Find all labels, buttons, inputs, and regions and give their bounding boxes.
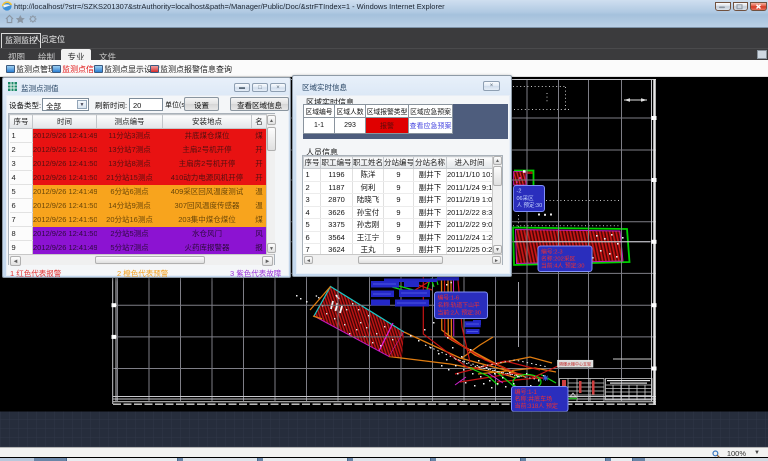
svg-text:-2: -2 (517, 189, 522, 195)
svg-text:隔爆水棚中心支架: 隔爆水棚中心支架 (559, 361, 591, 367)
svg-text:编号:2-3: 编号:2-3 (541, 247, 563, 255)
svg-text:当前:4人 预定:30: 当前:4人 预定:30 (541, 262, 585, 270)
svg-text:名称:202采区: 名称:202采区 (541, 254, 576, 262)
svg-text:人 预定:30: 人 预定:30 (517, 201, 543, 209)
svg-text:编号:1-6: 编号:1-6 (438, 293, 460, 301)
svg-text:编号:1-1: 编号:1-1 (515, 388, 538, 396)
svg-text:当前:2人 预定:30: 当前:2人 预定:30 (438, 308, 482, 316)
svg-text:名称:井底车场: 名称:井底车场 (515, 395, 553, 403)
svg-text:当前:318人 预定: 当前:318人 预定 (515, 402, 558, 410)
svg-text:名称:轨道下山平: 名称:轨道下山平 (438, 301, 480, 309)
svg-text:06采区: 06采区 (517, 194, 535, 202)
